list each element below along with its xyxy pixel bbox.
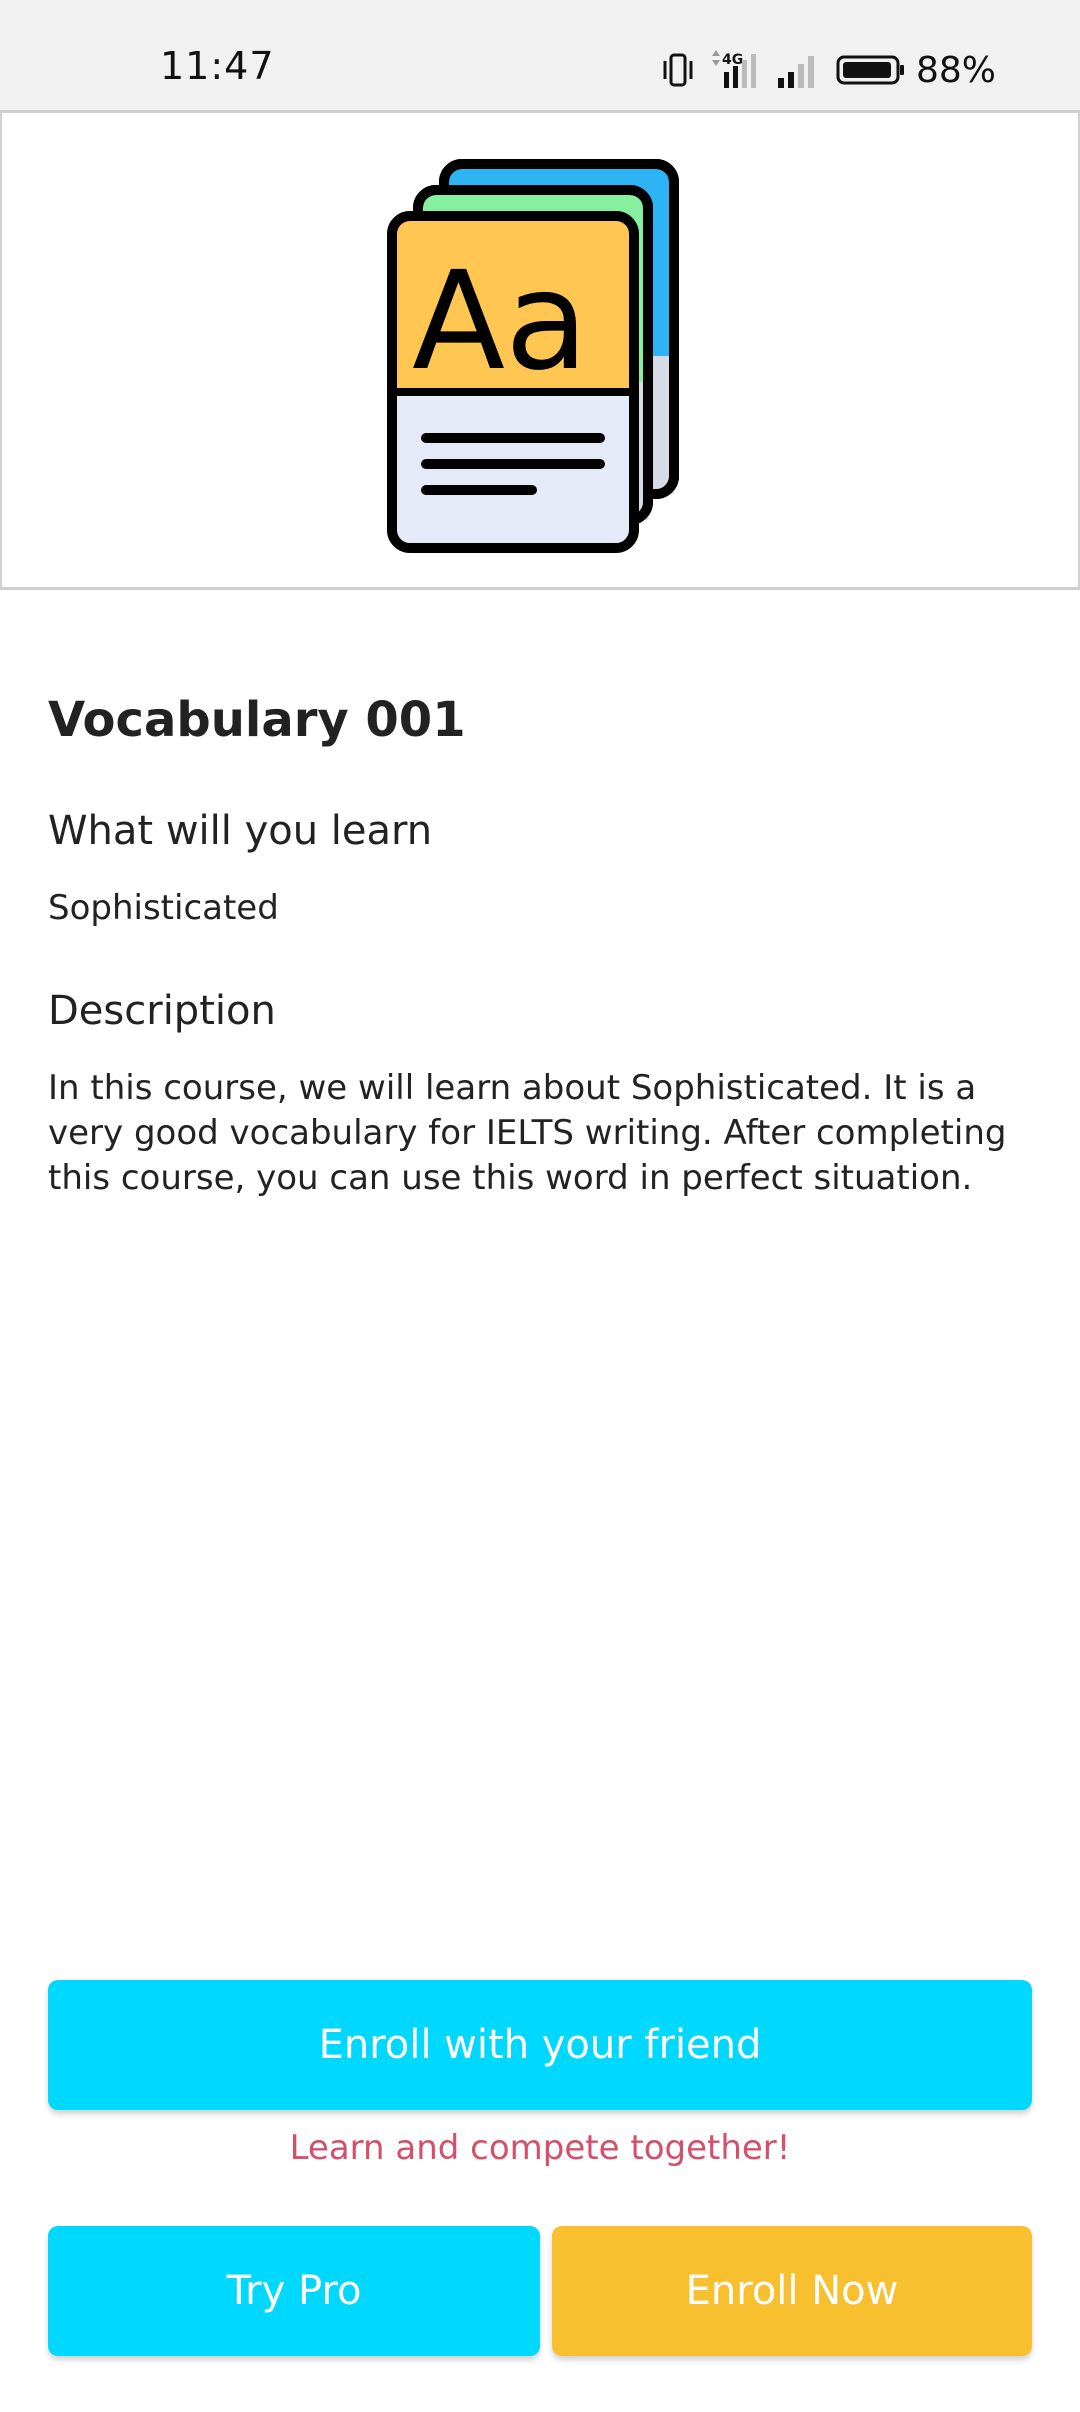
vocabulary-cards-icon: Aa bbox=[387, 159, 679, 553]
status-icons: 4G 88% bbox=[660, 49, 996, 91]
vibrate-icon bbox=[663, 53, 693, 87]
battery-icon bbox=[836, 55, 904, 85]
data-arrows-icon: 4G bbox=[711, 50, 756, 88]
network-type-label: 4G bbox=[722, 52, 743, 68]
signal-icon bbox=[777, 56, 814, 88]
learn-value: Sophisticated bbox=[48, 888, 279, 928]
status-time: 11:47 bbox=[160, 44, 275, 88]
enroll-now-button[interactable]: Enroll Now bbox=[552, 2226, 1032, 2356]
try-pro-button[interactable]: Try Pro bbox=[48, 2226, 540, 2356]
course-title: Vocabulary 001 bbox=[48, 692, 466, 748]
enroll-with-friend-button[interactable]: Enroll with your friend bbox=[48, 1980, 1032, 2110]
status-bar: 11:47 4G 88% bbox=[0, 0, 1080, 110]
battery-percent: 88% bbox=[915, 49, 996, 91]
card-letters: Aa bbox=[412, 243, 588, 401]
course-hero-image: Aa bbox=[0, 110, 1080, 590]
learn-heading: What will you learn bbox=[48, 808, 433, 854]
description-heading: Description bbox=[48, 988, 276, 1034]
friend-tagline: Learn and compete together! bbox=[289, 2128, 791, 2168]
description-text: In this course, we will learn about Soph… bbox=[48, 1068, 1007, 1198]
